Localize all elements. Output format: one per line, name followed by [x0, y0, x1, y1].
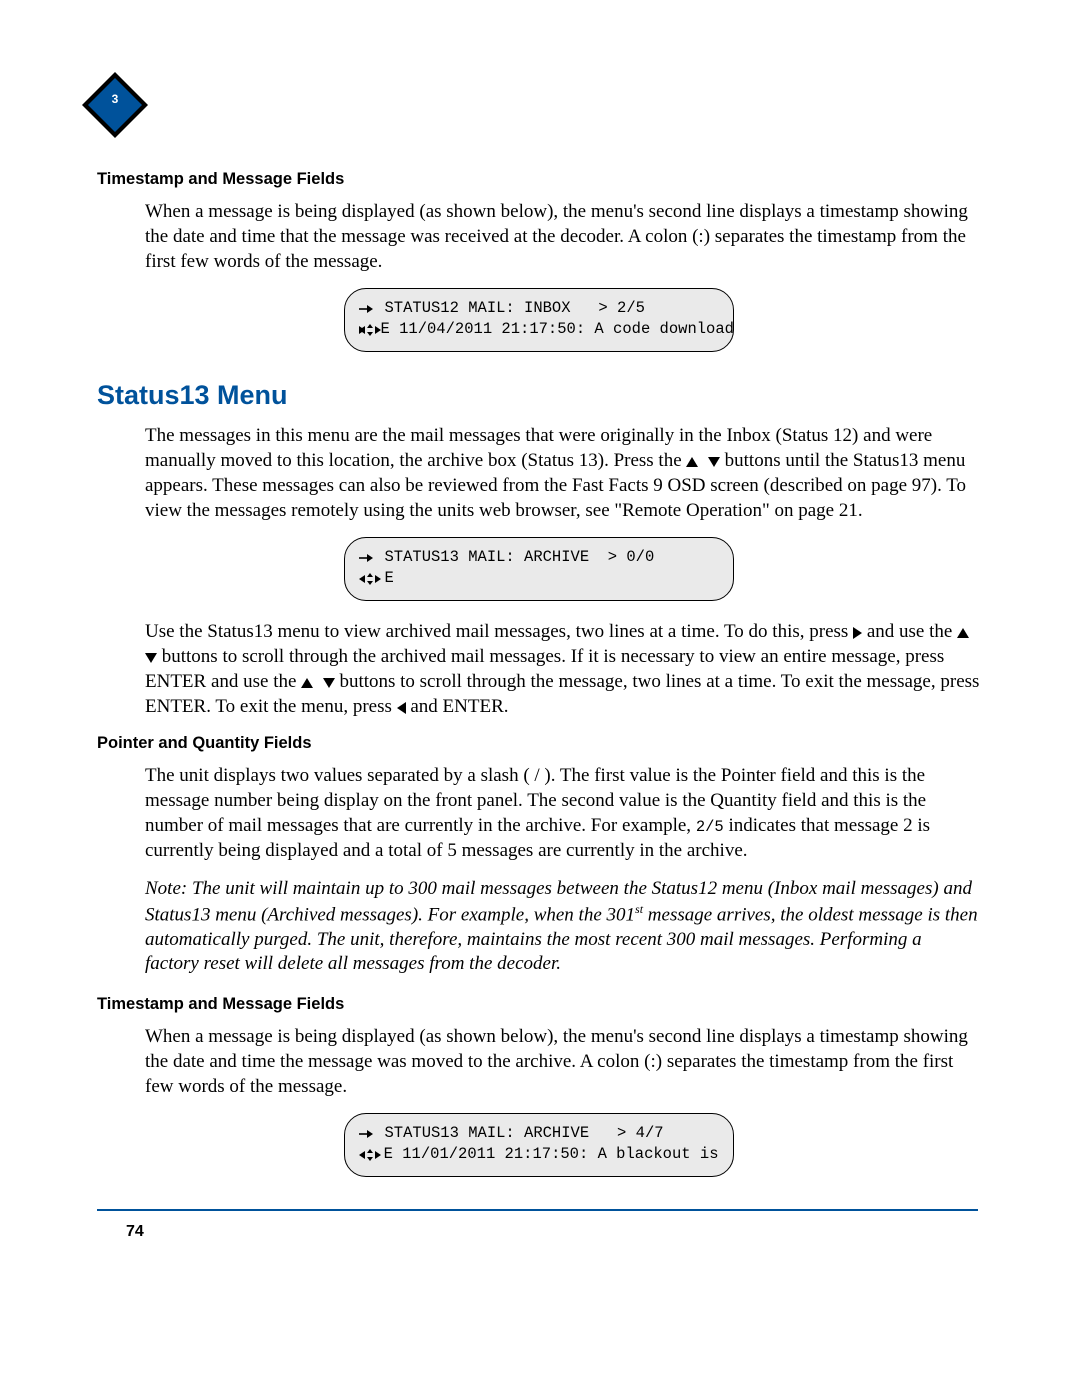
- triangle-up-icon: [686, 457, 698, 467]
- lcd-panel-3: STATUS13 MAIL: ARCHIVE > 4/7 E 11/01/201…: [344, 1113, 734, 1177]
- triangle-down-icon: [708, 457, 720, 467]
- lcd-panel-wrap: STATUS12 MAIL: INBOX > 2/5 E 11/04/2011 …: [97, 288, 980, 352]
- lcd-line: STATUS13 MAIL: ARCHIVE > 0/0: [385, 547, 655, 568]
- arrow-right-icon: [359, 1128, 385, 1140]
- subheading-timestamp-1: Timestamp and Message Fields: [97, 170, 980, 189]
- arrow-right-icon: [359, 303, 385, 315]
- lcd-panel-wrap: STATUS13 MAIL: ARCHIVE > 0/0 E: [97, 537, 980, 601]
- content: Timestamp and Message Fields When a mess…: [97, 170, 980, 1195]
- lcd-panel-2: STATUS13 MAIL: ARCHIVE > 0/0 E: [344, 537, 734, 601]
- triangle-up-icon: [301, 678, 313, 688]
- superscript: st: [635, 902, 643, 916]
- text: and ENTER.: [406, 696, 509, 717]
- lcd-line: STATUS13 MAIL: ARCHIVE > 4/7: [385, 1123, 664, 1144]
- text: Use the Status13 menu to view archived m…: [145, 621, 853, 642]
- lcd-line: E 11/01/2011 21:17:50: A blackout is: [384, 1144, 719, 1165]
- chapter-tab: 3: [80, 70, 150, 140]
- lcd-panel-wrap: STATUS13 MAIL: ARCHIVE > 4/7 E 11/01/201…: [97, 1113, 980, 1177]
- lcd-panel-1: STATUS12 MAIL: INBOX > 2/5 E 11/04/2011 …: [344, 288, 734, 352]
- paragraph: The unit displays two values separated b…: [145, 763, 980, 863]
- section-title-status13: Status13 Menu: [97, 380, 980, 411]
- triangle-down-icon: [323, 678, 335, 688]
- page-number: 74: [126, 1223, 144, 1241]
- note-paragraph: Note: The unit will maintain up to 300 m…: [145, 877, 980, 977]
- lcd-line: E: [385, 568, 394, 589]
- text: and use the: [862, 621, 957, 642]
- subheading-timestamp-2: Timestamp and Message Fields: [97, 995, 980, 1014]
- code-text: 2/5: [696, 818, 724, 836]
- page: 3 Timestamp and Message Fields When a me…: [0, 0, 1080, 1397]
- lcd-line: STATUS12 MAIL: INBOX > 2/5: [385, 298, 645, 319]
- paragraph: When a message is being displayed (as sh…: [145, 199, 980, 274]
- paragraph: The messages in this menu are the mail m…: [145, 423, 980, 523]
- triangle-left-icon: [397, 702, 406, 714]
- nav-arrows-icon: [359, 573, 385, 585]
- lcd-line: E 11/04/2011 21:17:50: A code download: [381, 319, 734, 340]
- triangle-right-icon: [853, 627, 862, 639]
- arrow-right-icon: [359, 552, 385, 564]
- triangle-down-icon: [145, 653, 157, 663]
- nav-arrows-icon: [359, 324, 381, 336]
- paragraph: When a message is being displayed (as sh…: [145, 1024, 980, 1099]
- footer-rule: [97, 1209, 978, 1211]
- triangle-up-icon: [957, 628, 969, 638]
- subheading-pointer: Pointer and Quantity Fields: [97, 734, 980, 753]
- paragraph: Use the Status13 menu to view archived m…: [145, 619, 980, 719]
- nav-arrows-icon: [359, 1149, 384, 1161]
- chapter-number: 3: [112, 92, 119, 106]
